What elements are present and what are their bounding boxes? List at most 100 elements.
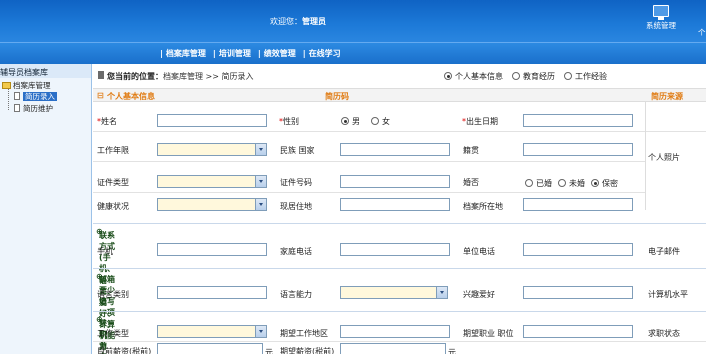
nav-label: 培训管理 — [218, 49, 251, 58]
document-icon — [14, 104, 20, 112]
health-label: 健康状况 — [97, 202, 129, 211]
name-input[interactable] — [157, 114, 267, 127]
resume-code-label: 简历码 — [325, 92, 349, 101]
native-place-input[interactable] — [523, 143, 633, 156]
location-icon — [98, 71, 104, 79]
birthday-input[interactable] — [523, 114, 633, 127]
id-number-input[interactable] — [340, 175, 450, 188]
sidebar-item-resume-entry[interactable]: 简历录入 — [14, 91, 57, 102]
residence-input[interactable] — [340, 198, 450, 211]
radio-checked-icon — [341, 117, 349, 125]
expected-salary-unit: 元 — [448, 348, 456, 354]
id-number-label: 证件号码 — [280, 178, 312, 187]
radio-label: 男 — [352, 117, 360, 126]
birthday-label: *出生日期 — [462, 117, 498, 126]
marital-married-radio[interactable]: 已婚 — [525, 178, 552, 189]
id-type-select[interactable] — [157, 175, 267, 188]
home-phone-label: 家庭电话 — [280, 247, 312, 256]
nav-item-training[interactable]: | 培训管理 — [213, 48, 251, 59]
tree-folder-archive[interactable]: 档案库管理 — [2, 80, 51, 91]
radio-checked-icon — [444, 72, 452, 80]
computer-level-label: 计算机水平 — [648, 290, 688, 299]
tab-education[interactable]: 教育经历 — [512, 71, 555, 82]
system-management-button[interactable]: 系统管理 — [638, 5, 684, 31]
ethnicity-label: 民族 国家 — [280, 146, 315, 155]
language-type-input[interactable] — [157, 286, 267, 299]
section-job: ⊕求职意向 — [93, 311, 706, 354]
tab-work-experience[interactable]: 工作经验 — [564, 71, 607, 82]
system-management-label: 系统管理 — [646, 21, 676, 30]
expected-salary-label: 期望薪资(税前) — [280, 347, 335, 354]
sidebar-title: 辅导员档案库 — [0, 64, 91, 78]
home-phone-input[interactable] — [340, 243, 450, 256]
header-item-clipped[interactable]: 个 — [698, 27, 706, 38]
nav-item-performance[interactable]: | 绩效管理 — [258, 48, 296, 59]
nav-separator: | — [302, 49, 306, 58]
section-header-row: ⊟ 个人基本信息 简历码 简历来源 — [93, 88, 706, 102]
marital-single-radio[interactable]: 未婚 — [558, 178, 585, 189]
nav-label: 在线学习 — [308, 49, 341, 58]
expected-location-input[interactable] — [340, 325, 450, 338]
main-content: 您当前的位置： 档案库管理 >> 简历录入 个人基本信息 教育经历 工作经验 ⊟… — [93, 64, 706, 354]
nav-item-archive[interactable]: | 档案库管理 — [160, 48, 206, 59]
main-nav: | 档案库管理 | 培训管理 | 绩效管理 | 在线学习 — [0, 42, 706, 64]
hobbies-input[interactable] — [523, 286, 633, 299]
job-work-type-label: 工作类型 — [97, 329, 129, 338]
collapse-icon[interactable]: ⊟ — [97, 91, 104, 100]
folder-icon — [2, 82, 11, 89]
welcome-prefix: 欢迎您： — [270, 17, 302, 26]
tab-label: 个人基本信息 — [455, 72, 503, 81]
label-text: 性别 — [283, 117, 299, 126]
job-status-label: 求职状态 — [648, 329, 680, 338]
tab-label: 教育经历 — [523, 72, 555, 81]
gender-label: *性别 — [279, 117, 299, 126]
photo-label: 个人照片 — [648, 153, 680, 162]
radio-label: 未婚 — [569, 179, 585, 188]
section-contact-title: ⊕ 联系方式(手机、邮箱至少填写一项 ) — [96, 227, 115, 327]
language-ability-select[interactable] — [340, 286, 448, 299]
id-type-label: 证件类型 — [97, 178, 129, 187]
job-work-type-select[interactable] — [157, 325, 267, 338]
section-contact: ⊕ 联系方式(手机、邮箱至少填写一项 ) — [93, 223, 706, 327]
radio-icon — [512, 72, 520, 80]
work-phone-label: 单位电话 — [463, 247, 495, 256]
nav-item-online-learning[interactable]: | 在线学习 — [303, 48, 341, 59]
radio-label: 女 — [382, 117, 390, 126]
work-phone-input[interactable] — [523, 243, 633, 256]
nav-label: 档案库管理 — [165, 49, 206, 58]
mobile-input[interactable] — [157, 243, 267, 256]
sidebar-item-resume-maintain[interactable]: 简历维护 — [14, 103, 53, 114]
radio-label: 保密 — [602, 179, 618, 188]
resume-source-label: 简历来源 — [651, 92, 683, 101]
radio-icon — [564, 72, 572, 80]
tree-folder-label: 档案库管理 — [13, 81, 51, 90]
ethnicity-input[interactable] — [340, 143, 450, 156]
email-label: 电子邮件 — [648, 247, 680, 256]
label-text: 出生日期 — [466, 117, 498, 126]
expected-position-label: 期望职业 职位 — [463, 329, 514, 338]
sidebar-item-label: 简历录入 — [23, 92, 57, 101]
username: 管理员 — [302, 17, 326, 26]
health-select[interactable] — [157, 198, 267, 211]
gender-male-radio[interactable]: 男 — [341, 116, 360, 127]
radio-label: 已婚 — [536, 179, 552, 188]
marital-private-radio[interactable]: 保密 — [591, 178, 618, 189]
radio-icon — [525, 179, 533, 187]
sidebar-item-label: 简历维护 — [23, 104, 53, 113]
radio-checked-icon — [591, 179, 599, 187]
expected-salary-input[interactable] — [340, 343, 446, 354]
tab-basic-info[interactable]: 个人基本信息 — [444, 71, 503, 82]
name-label: *姓名 — [97, 117, 117, 126]
current-salary-input[interactable] — [157, 343, 263, 354]
document-icon — [14, 92, 20, 100]
work-years-select[interactable] — [157, 143, 267, 156]
gender-female-radio[interactable]: 女 — [371, 116, 390, 127]
location-label: 您当前的位置： — [107, 72, 163, 81]
archive-location-input[interactable] — [523, 198, 633, 211]
nav-label: 绩效管理 — [263, 49, 296, 58]
expected-position-input[interactable] — [523, 325, 633, 338]
nav-separator: | — [212, 49, 216, 58]
monitor-icon — [653, 5, 669, 20]
chevron-down-icon — [436, 287, 447, 298]
location-bar: 您当前的位置： 档案库管理 >> 简历录入 个人基本信息 教育经历 工作经验 — [93, 68, 706, 84]
